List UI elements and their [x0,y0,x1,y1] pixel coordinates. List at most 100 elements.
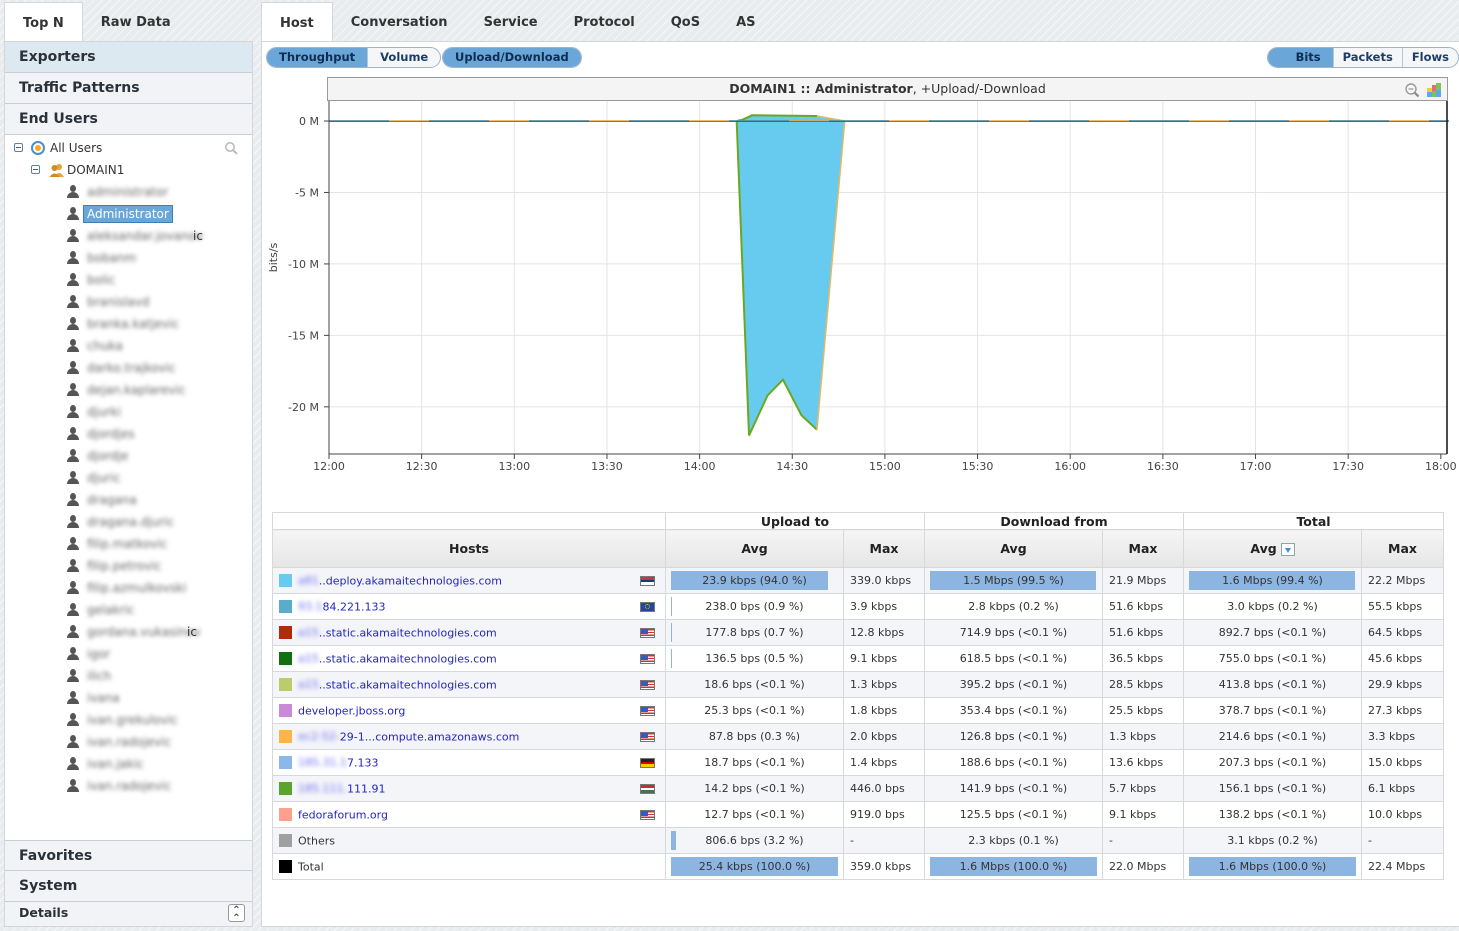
host-link[interactable]: fedoraforum.org [298,808,388,821]
tree-node-user[interactable]: djordje [5,445,252,467]
sort-desc-icon[interactable] [1280,543,1295,556]
collapse-toggle-icon[interactable] [31,165,40,174]
tree-node-user[interactable]: djordjes [5,423,252,445]
tree-label[interactable]: DOMAIN1 [67,159,124,181]
tree-node-user[interactable]: ivan.grekulovic [5,709,252,731]
tab-qos[interactable]: QoS [653,2,718,42]
table-row[interactable]: 93.184.221.133 238.0 bps (0.9 %) 3.9 kbps 2… [272,593,1445,620]
unit-bits-button[interactable]: Bits [1267,48,1334,67]
tree-node-user[interactable]: branka.katjevic [5,313,252,335]
tree-node-user[interactable]: filip.petrovic [5,555,252,577]
direction-upload-download-button[interactable]: Upload/Download [443,48,581,67]
tab-as[interactable]: AS [718,2,773,42]
tree-node-user[interactable]: branislavd [5,291,252,313]
expand-up-icon[interactable]: ⌃ ⌃ [228,904,245,924]
section-exporters[interactable]: Exporters [5,42,252,73]
tree-node-user[interactable]: ilich [5,665,252,687]
tab-protocol[interactable]: Protocol [556,2,653,42]
user-label[interactable]: dragana.djuric [87,511,174,533]
tree-node-user[interactable]: ivan.radojevic [5,731,252,753]
unit-flows-button[interactable]: Flows [1403,48,1458,67]
user-label[interactable]: filip.azmulkovski [87,577,186,599]
tree-node-user[interactable]: ivana [5,687,252,709]
mode-throughput-button[interactable]: Throughput [267,48,369,67]
user-label[interactable]: bobanm [87,247,136,269]
tree-node-user[interactable]: bolic [5,269,252,291]
table-row[interactable]: a81..deploy.akamaitechnologies.com 23.9 k… [272,567,1445,594]
column-header-download-avg[interactable]: Avg [924,529,1103,568]
zoom-reset-icon[interactable] [1404,82,1420,98]
user-label[interactable]: branka.katjevic [87,313,179,335]
table-row[interactable]: developer.jboss.org 25.3 bps (<0.1 %) 1.8 … [272,697,1445,724]
user-label[interactable]: darko.trajkovic [87,357,176,379]
tree-node-user[interactable]: filip.matkovic [5,533,252,555]
table-row[interactable]: ec2-52-29-1...compute.amazonaws.com 87.8 … [272,723,1445,750]
user-label[interactable]: aleksandar.jovanov [87,225,203,247]
section-details[interactable]: Details ⌃ ⌃ [5,902,252,926]
section-end-users[interactable]: End Users [5,104,252,135]
tree-node-user[interactable]: darko.trajkovic [5,357,252,379]
table-row[interactable]: a15..static.akamaitechnologies.com 177.8 … [272,619,1445,646]
host-link[interactable]: ..static.akamaitechnologies.com [319,626,497,639]
table-row[interactable]: a15..static.akamaitechnologies.com 18.6 b… [272,671,1445,698]
column-header-download-max[interactable]: Max [1101,529,1185,568]
user-label[interactable]: ivan.jakic [87,753,144,775]
tree-node-user[interactable]: dragana.djuric [5,511,252,533]
user-label[interactable]: dragana [87,489,137,511]
user-label[interactable]: djordje [87,445,128,467]
collapse-toggle-icon[interactable] [14,143,23,152]
table-row[interactable]: 185.111.111.91 14.2 bps (<0.1 %) 446.0 bps… [272,775,1445,802]
user-label[interactable]: ivan.radojevic [87,731,171,753]
user-label[interactable]: ilich [87,665,111,687]
host-link[interactable]: ..static.akamaitechnologies.com [319,652,497,665]
user-label-selected[interactable]: Administrator [83,205,173,223]
column-header-total-avg[interactable]: Avg [1183,529,1363,568]
user-label[interactable]: filip.petrovic [87,555,161,577]
column-header-total-max[interactable]: Max [1361,529,1445,568]
tree-node-user[interactable]: ivan.jakic [5,753,252,775]
user-label[interactable]: dejan.kaplarevic [87,379,186,401]
user-label[interactable]: gordana.vukasinov [87,621,201,643]
tree-node-user[interactable]: gelakric [5,599,252,621]
chart-type-icon[interactable] [1426,82,1442,98]
user-label[interactable]: chuka [87,335,123,357]
user-label[interactable]: ivan.grekulovic [87,709,178,731]
tree-node-user[interactable]: djuric [5,467,252,489]
tree-node-user[interactable]: chuka [5,335,252,357]
tree-node-domain[interactable]: DOMAIN1 [5,159,252,181]
column-header-hosts[interactable]: Hosts [272,529,666,568]
mode-volume-button[interactable]: Volume [368,48,440,67]
user-label[interactable]: gelakric [87,599,135,621]
tab-host[interactable]: Host [261,2,333,42]
host-link[interactable]: developer.jboss.org [298,704,405,717]
tree-node-user[interactable]: Administrator [5,203,252,225]
tab-conversation[interactable]: Conversation [333,2,466,42]
table-row[interactable]: fedoraforum.org 12.7 bps (<0.1 %) 919.0 bp… [272,801,1445,828]
user-label[interactable]: filip.matkovic [87,533,167,555]
host-link[interactable]: 29-1...compute.amazonaws.com [340,730,520,743]
tree-node-user[interactable]: administrator [5,181,252,203]
user-label[interactable]: ivan.radojevic [87,775,171,797]
search-icon[interactable] [224,141,238,155]
section-system[interactable]: System [5,871,252,902]
table-row[interactable]: 185.31.17.133 18.7 bps (<0.1 %) 1.4 kbps 18… [272,749,1445,776]
tree-node-user[interactable]: djurki [5,401,252,423]
user-label[interactable]: branislavd [87,291,150,313]
table-row-total[interactable]: Total 25.4 kbps (100.0 %) 359.0 kbps 1.6 Mb… [272,853,1445,880]
user-label[interactable]: djordjes [87,423,135,445]
host-link[interactable]: 7.133 [347,756,379,769]
tree-node-user[interactable]: aleksandar.jovanov ic [5,225,252,247]
tab-top-n[interactable]: Top N [4,2,83,42]
host-link[interactable]: 111.91 [347,782,386,795]
table-row[interactable]: a15..static.akamaitechnologies.com 136.5 … [272,645,1445,672]
user-label[interactable]: djurki [87,401,121,423]
user-label[interactable]: administrator [87,181,168,203]
column-header-upload-max[interactable]: Max [843,529,925,568]
column-header-upload-avg[interactable]: Avg [665,529,844,568]
tree-node-user[interactable]: bobanm [5,247,252,269]
section-favorites[interactable]: Favorites [5,840,252,871]
user-label[interactable]: igor [87,643,110,665]
user-label[interactable]: ivana [87,687,120,709]
host-link[interactable]: ..static.akamaitechnologies.com [319,678,497,691]
tab-service[interactable]: Service [466,2,556,42]
